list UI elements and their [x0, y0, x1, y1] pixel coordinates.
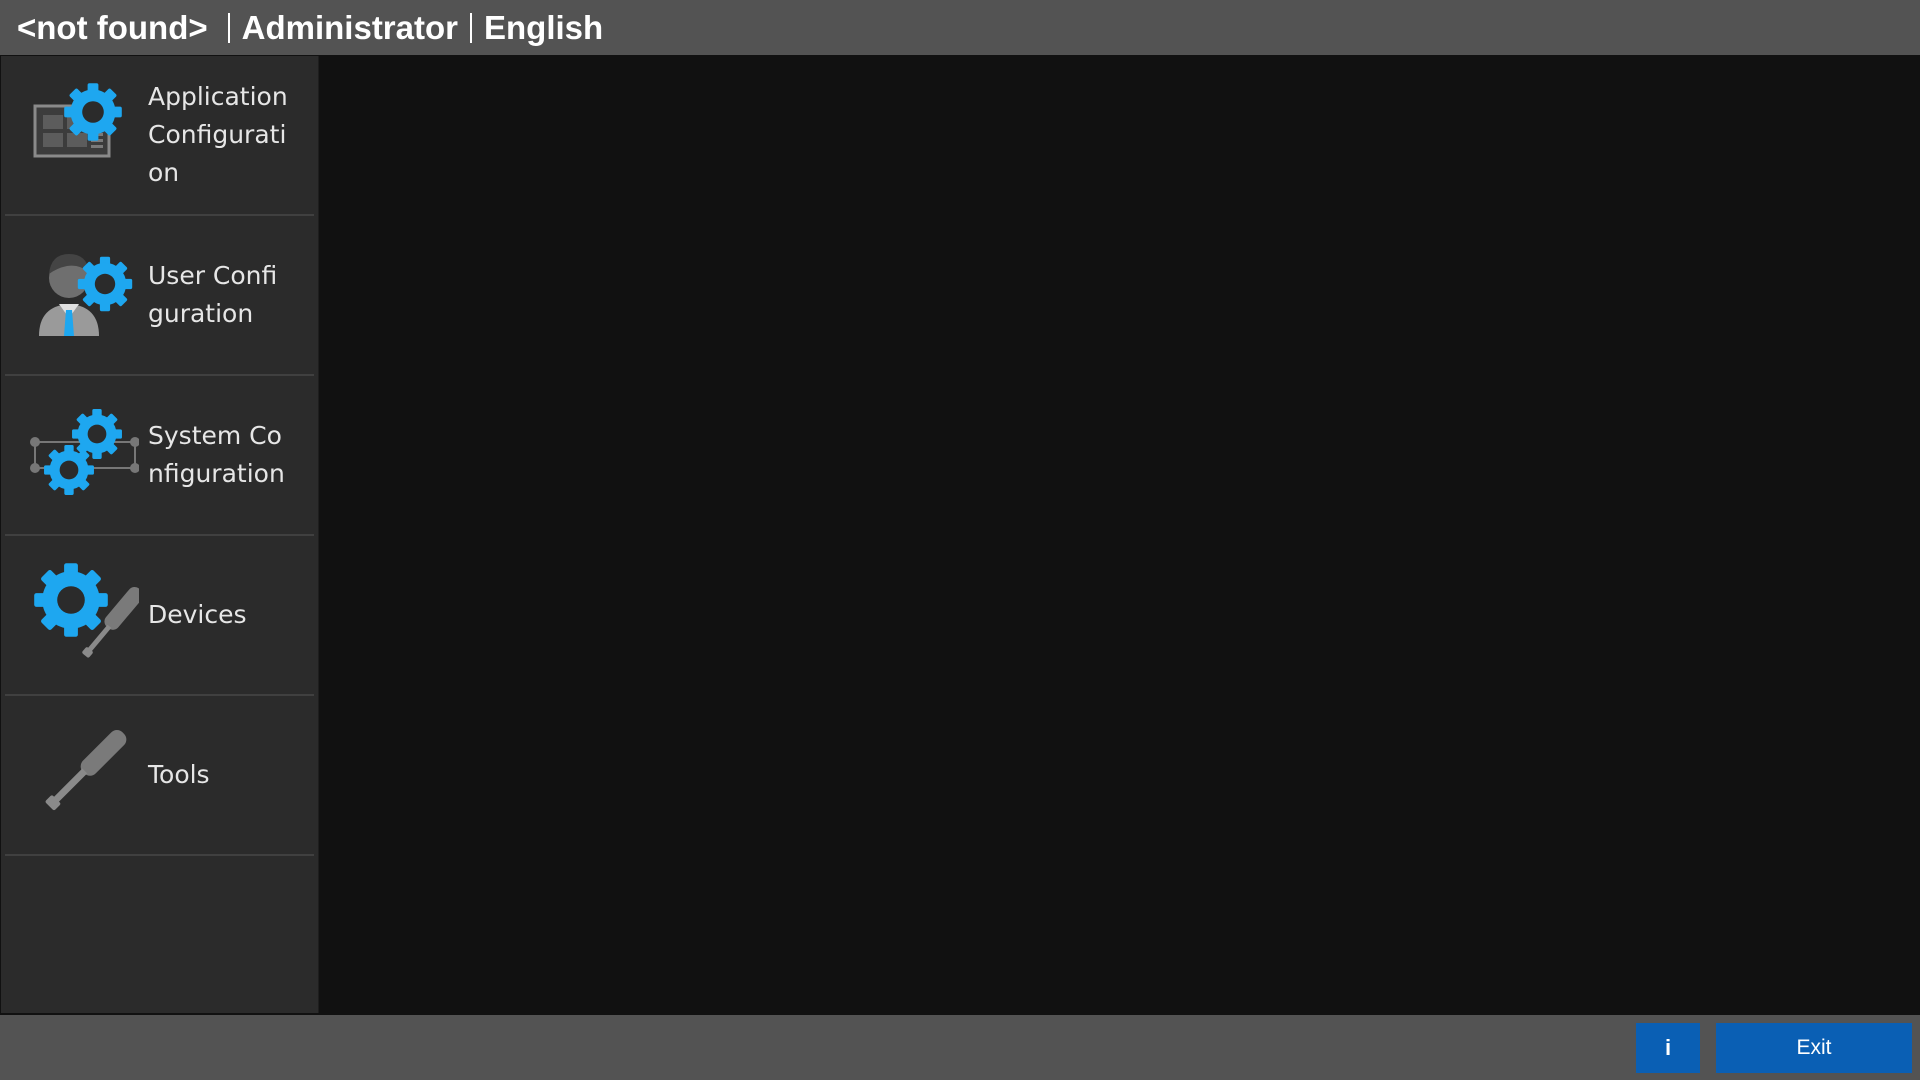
- main-content-area: [320, 55, 1920, 1015]
- sidebar-item-label: System Configuration: [148, 421, 285, 488]
- sidebar-item-system-configuration[interactable]: System Configuration: [5, 376, 314, 536]
- sidebar-item-label: Devices: [148, 600, 247, 629]
- user-role-label[interactable]: Administrator: [242, 0, 458, 55]
- system-config-icon: [27, 396, 139, 508]
- sidebar-item-tools[interactable]: Tools: [5, 696, 314, 856]
- top-bar: <not found> Administrator English: [0, 0, 1920, 55]
- sidebar-item-devices[interactable]: Devices: [5, 536, 314, 696]
- header-separator: [227, 12, 230, 43]
- bottom-bar: i Exit: [0, 1015, 1920, 1080]
- sidebar-item-user-configuration[interactable]: User Configuration: [5, 216, 314, 376]
- header-separator: [470, 12, 472, 43]
- language-label[interactable]: English: [484, 0, 603, 55]
- sidebar-item-application-configuration[interactable]: Application Configuration: [5, 56, 314, 216]
- sidebar-item-label: Tools: [148, 760, 210, 789]
- info-button[interactable]: i: [1636, 1023, 1700, 1073]
- devices-icon: [27, 556, 139, 668]
- sidebar-item-label: User Configuration: [148, 261, 278, 328]
- context-label: <not found>: [17, 9, 208, 46]
- user-config-icon: [27, 236, 139, 348]
- tools-icon: [27, 716, 139, 828]
- app-window: <not found> Administrator English Applic…: [0, 0, 1920, 1080]
- application-config-icon: [27, 76, 139, 188]
- exit-button[interactable]: Exit: [1716, 1023, 1912, 1073]
- sidebar: Application Configuration User Configura…: [1, 56, 319, 1013]
- sidebar-item-label: Application Configuration: [148, 82, 288, 187]
